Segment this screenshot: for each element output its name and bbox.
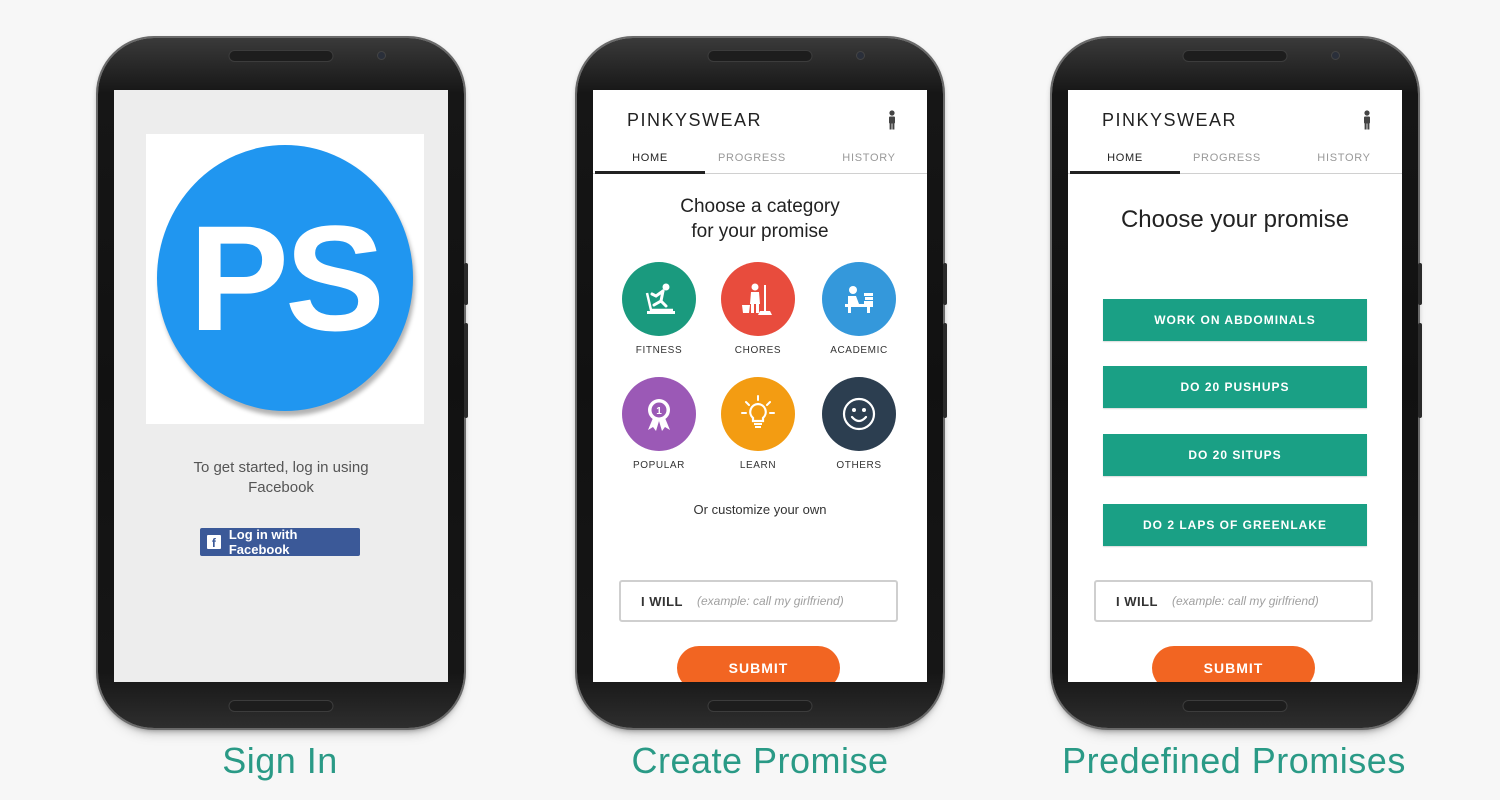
category-learn[interactable]: LEARN [713, 377, 803, 471]
promise-option-abdominals[interactable]: WORK ON ABDOMINALS [1103, 299, 1367, 341]
bottom-speaker [707, 700, 813, 712]
logo-text: PS [188, 193, 385, 362]
signin-instructions: To get started, log in using Facebook [193, 459, 369, 496]
submit-button[interactable]: SUBMIT [677, 646, 840, 682]
promise-option-pushups[interactable]: DO 20 PUSHUPS [1103, 366, 1367, 408]
treadmill-icon [622, 262, 696, 336]
category-popular[interactable]: 1 POPULAR [614, 377, 704, 471]
app-header: PINKYSWEAR [593, 90, 927, 136]
award-ribbon-icon: 1 [622, 377, 696, 451]
tab-home[interactable]: HOME [1070, 148, 1180, 174]
phone-signin: PS To get started, log in using Facebook… [98, 38, 468, 728]
promise-option-greenlake[interactable]: DO 2 LAPS OF GREENLAKE [1103, 504, 1367, 546]
category-label: CHORES [734, 345, 782, 356]
nav-tabs: HOME PROGRESS HISTORY [593, 148, 927, 174]
category-label: FITNESS [635, 345, 683, 356]
svg-text:1: 1 [656, 406, 662, 417]
page-title: Choose your promise [1120, 206, 1350, 233]
promise-input-field[interactable]: I WILL [1094, 580, 1373, 622]
promise-input[interactable] [697, 594, 877, 608]
app-title: PINKYSWEAR [1102, 110, 1238, 130]
front-camera [1331, 51, 1340, 60]
lightbulb-icon [721, 377, 795, 451]
category-label: POPULAR [633, 460, 685, 471]
caption-predefined: Predefined Promises [1062, 740, 1406, 781]
signin-screen: PS To get started, log in using Facebook… [114, 90, 448, 682]
tab-history[interactable]: HISTORY [814, 148, 924, 174]
page-title: Choose a category for your promise [593, 194, 927, 244]
create-promise-screen: PINKYSWEAR HOME PROGRESS HISTORY Choose … [593, 90, 927, 682]
front-camera [856, 51, 865, 60]
category-label: OTHERS [836, 460, 882, 471]
bottom-speaker [1182, 700, 1288, 712]
profile-icon[interactable] [1362, 110, 1372, 130]
category-academic[interactable]: ACADEMIC [814, 262, 904, 356]
ps-logo-circle: PS [157, 145, 413, 411]
promise-input[interactable] [1172, 594, 1352, 608]
app-title: PINKYSWEAR [627, 110, 763, 130]
phone-predefined-promises: PINKYSWEAR HOME PROGRESS HISTORY Choose … [1052, 38, 1422, 728]
mop-icon [721, 262, 795, 336]
earpiece-speaker [228, 50, 334, 62]
promise-input-field[interactable]: I WILL [619, 580, 898, 622]
tab-progress[interactable]: PROGRESS [697, 148, 807, 174]
app-logo: PS [146, 134, 424, 424]
tab-progress[interactable]: PROGRESS [1172, 148, 1282, 174]
front-camera [377, 51, 386, 60]
facebook-login-button[interactable]: f Log in with Facebook [200, 527, 360, 557]
profile-icon[interactable] [887, 110, 897, 130]
page-title-line2: for your promise [691, 221, 829, 242]
predefined-promises-screen: PINKYSWEAR HOME PROGRESS HISTORY Choose … [1068, 90, 1402, 682]
caption-signin: Sign In [222, 740, 338, 781]
customize-prompt: Or customize your own [693, 502, 827, 517]
page-title-line1: Choose a category [680, 196, 840, 217]
category-others[interactable]: OTHERS [814, 377, 904, 471]
nav-tabs: HOME PROGRESS HISTORY [1068, 148, 1402, 174]
earpiece-speaker [1182, 50, 1288, 62]
category-chores[interactable]: CHORES [713, 262, 803, 356]
category-label: ACADEMIC [830, 345, 888, 356]
tab-history[interactable]: HISTORY [1289, 148, 1399, 174]
facebook-login-label: Log in with Facebook [228, 527, 298, 557]
facebook-icon: f [207, 535, 221, 549]
earpiece-speaker [707, 50, 813, 62]
promise-option-situps[interactable]: DO 20 SITUPS [1103, 434, 1367, 476]
caption-create: Create Promise [631, 740, 889, 781]
app-header: PINKYSWEAR [1068, 90, 1402, 136]
i-will-label: I WILL [641, 593, 683, 609]
bottom-speaker [228, 700, 334, 712]
i-will-label: I WILL [1116, 593, 1158, 609]
category-label: LEARN [739, 460, 777, 471]
smiley-icon [822, 377, 896, 451]
category-fitness[interactable]: FITNESS [614, 262, 704, 356]
desk-study-icon [822, 262, 896, 336]
submit-button[interactable]: SUBMIT [1152, 646, 1315, 682]
tab-home[interactable]: HOME [595, 148, 705, 174]
phone-create-promise: PINKYSWEAR HOME PROGRESS HISTORY Choose … [577, 38, 947, 728]
